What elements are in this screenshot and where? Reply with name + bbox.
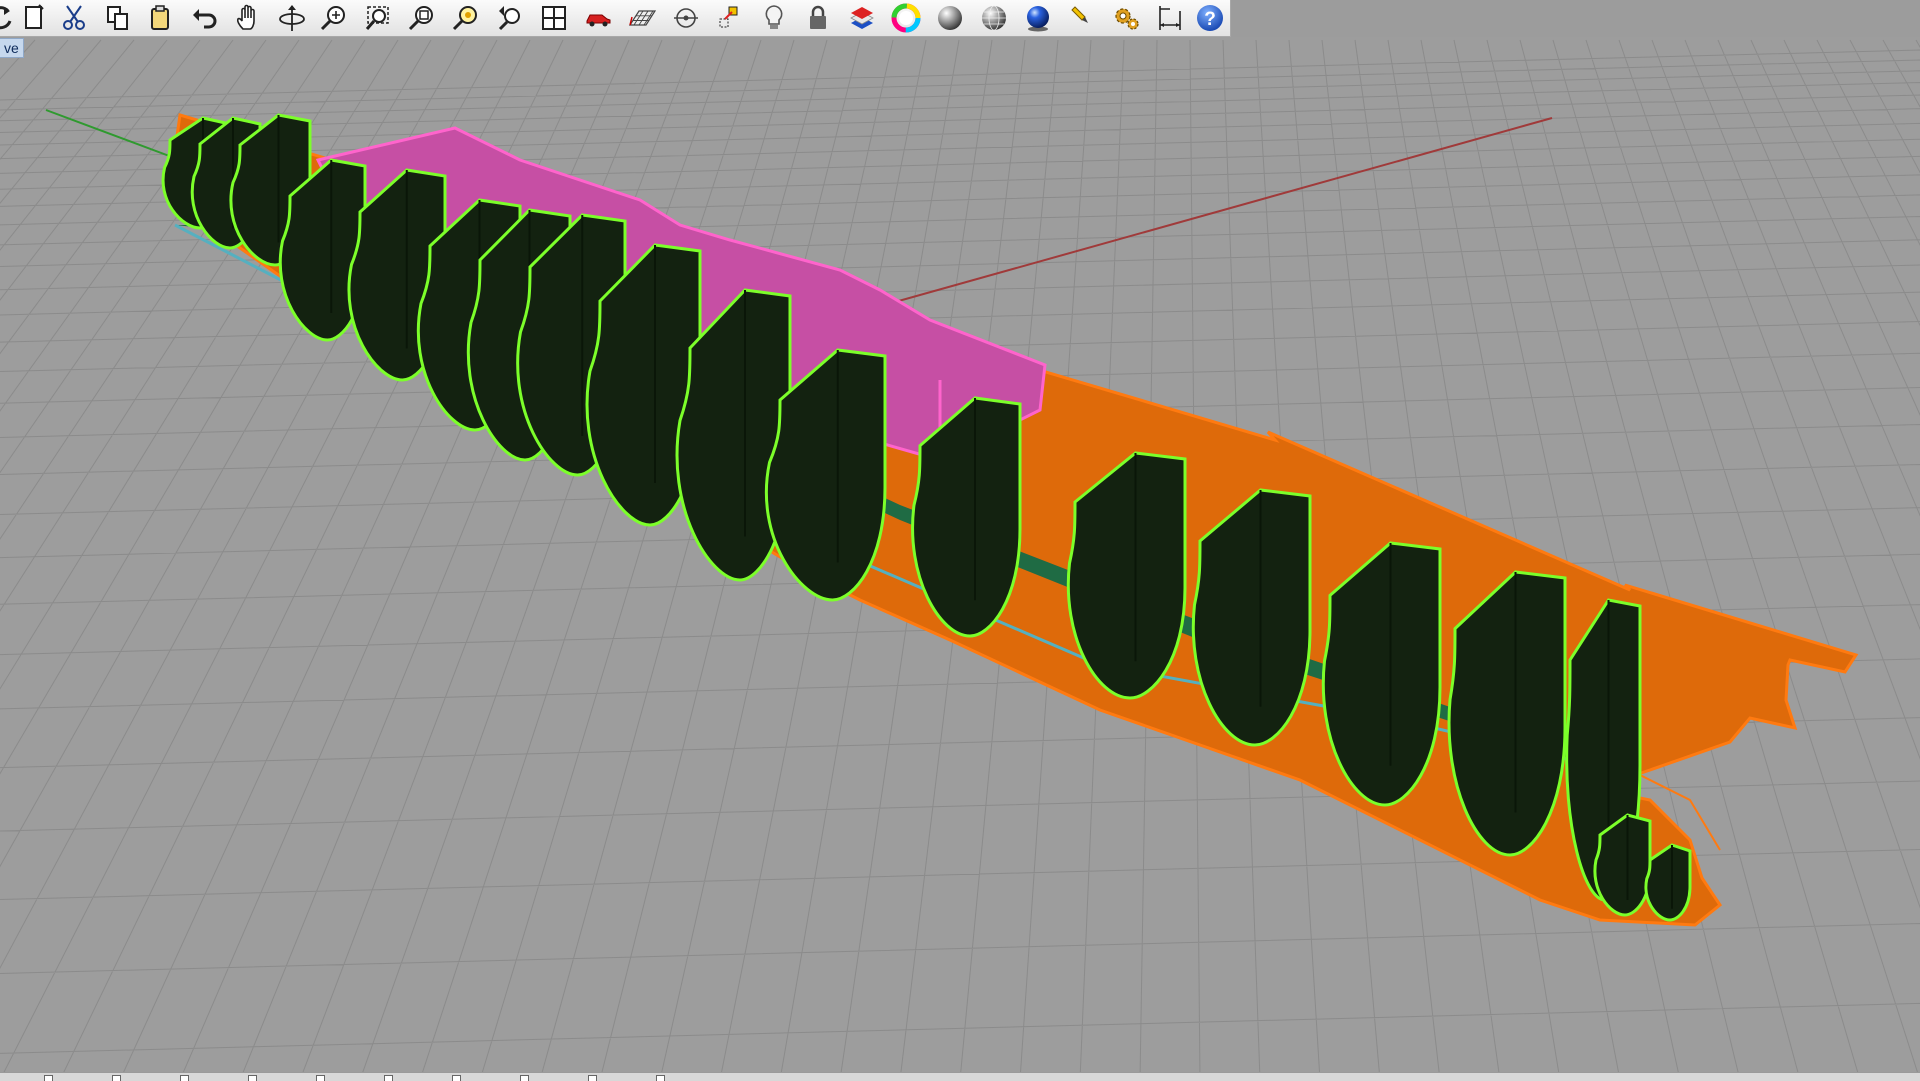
osnap-checkbox[interactable] [316, 1075, 329, 1081]
zoom-dynamic-icon[interactable] [317, 2, 351, 34]
viewport-title-tab[interactable]: ve [0, 38, 24, 58]
color-wheel-icon[interactable] [889, 2, 923, 34]
four-viewports-icon[interactable] [537, 2, 571, 34]
checkbox-box[interactable] [384, 1075, 393, 1081]
viewport-canvas[interactable] [0, 37, 1920, 1072]
osnap-checkbox[interactable] [248, 1075, 261, 1081]
zoom-extents-icon[interactable] [405, 2, 439, 34]
help-icon[interactable]: ? [1193, 2, 1227, 34]
car-icon[interactable] [581, 2, 615, 34]
wireframe-sphere-icon[interactable] [977, 2, 1011, 34]
osnap-checkbox[interactable] [588, 1075, 601, 1081]
checkbox-box[interactable] [180, 1075, 189, 1081]
pencil-icon[interactable] [1065, 2, 1099, 34]
zoom-selected-icon[interactable] [449, 2, 483, 34]
pan-icon[interactable] [231, 2, 265, 34]
copy-icon[interactable] [101, 2, 135, 34]
layers-icon[interactable] [845, 2, 879, 34]
osnap-checkbox[interactable] [44, 1075, 57, 1081]
options-gear-icon[interactable] [1109, 2, 1143, 34]
move-gumball-icon[interactable] [713, 2, 747, 34]
checkbox-box[interactable] [452, 1075, 461, 1081]
rotate-view-icon[interactable] [0, 2, 18, 34]
light-icon[interactable] [757, 2, 791, 34]
lock-icon[interactable] [801, 2, 835, 34]
checkbox-box[interactable] [248, 1075, 257, 1081]
osnap-icon[interactable] [669, 2, 703, 34]
checkbox-box[interactable] [520, 1075, 529, 1081]
shaded-sphere-icon[interactable] [933, 2, 967, 34]
dimension-icon[interactable] [1153, 2, 1187, 34]
undo-icon[interactable] [187, 2, 221, 34]
grid-icon[interactable] [625, 2, 659, 34]
rendered-sphere-icon[interactable] [1021, 2, 1055, 34]
zoom-window-icon[interactable] [361, 2, 395, 34]
osnap-checkbox[interactable] [112, 1075, 125, 1081]
osnap-checkbox[interactable] [180, 1075, 193, 1081]
checkbox-box[interactable] [112, 1075, 121, 1081]
checkbox-box[interactable] [316, 1075, 325, 1081]
osnap-checkbox[interactable] [520, 1075, 533, 1081]
perspective-viewport[interactable] [0, 37, 1920, 1072]
osnap-checkbox[interactable] [452, 1075, 465, 1081]
osnap-checkbox[interactable] [656, 1075, 669, 1081]
osnap-checkbox[interactable] [384, 1075, 397, 1081]
svg-text:?: ? [1204, 9, 1216, 30]
cut-icon[interactable] [57, 2, 91, 34]
checkbox-box[interactable] [588, 1075, 597, 1081]
rotate-icon[interactable] [275, 2, 309, 34]
undo-view-icon[interactable] [493, 2, 527, 34]
checkbox-box[interactable] [656, 1075, 665, 1081]
new-icon[interactable] [17, 2, 51, 34]
paste-icon[interactable] [143, 2, 177, 34]
checkbox-box[interactable] [44, 1075, 53, 1081]
main-toolbar: ? [0, 0, 1231, 37]
